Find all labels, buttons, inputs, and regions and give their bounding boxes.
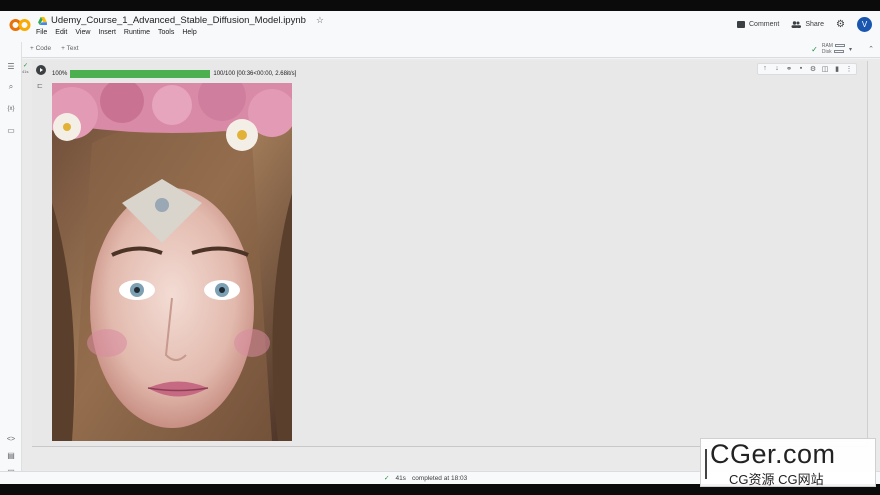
disk-label: Disk [821, 49, 832, 55]
notebook-area: ✓ 41s ⊏ 100% 100/100 [00:36<00:00, 2.68i… [22, 59, 880, 471]
variables-icon[interactable]: {x} [6, 104, 16, 114]
share-button[interactable]: Share [791, 21, 824, 28]
drive-icon [38, 16, 47, 25]
cell-toolbar: ↑ ↓ ⚭ ▪ ⚙ ◫ ▮ ⋮ [757, 63, 857, 75]
runtime-status[interactable]: ✓ RAM Disk ▾ [811, 43, 852, 55]
star-icon[interactable]: ☆ [316, 15, 324, 26]
output-image [52, 83, 292, 441]
menu-file[interactable]: File [36, 29, 47, 36]
cell-settings-icon[interactable]: ⚙ [809, 65, 817, 73]
chevron-up-icon[interactable]: ⌃ [868, 45, 874, 53]
search-icon[interactable]: ⌕ [6, 82, 16, 92]
progress-row: 100% 100/100 [00:36<00:00, 2.68it/s] [52, 70, 296, 78]
move-down-icon[interactable]: ↓ [773, 65, 781, 73]
menu-runtime[interactable]: Runtime [124, 29, 150, 36]
comment-icon [737, 21, 745, 28]
progress-stats: 100/100 [00:36<00:00, 2.68it/s] [213, 71, 297, 77]
progress-bar-fill [70, 70, 211, 78]
disk-meter [833, 50, 844, 54]
ram-meter [834, 44, 845, 48]
header-actions: Comment Share ⚙ V [737, 17, 872, 32]
chevron-down-icon[interactable]: ▾ [849, 46, 852, 53]
colab-window: Udemy_Course_1_Advanced_Stable_Diffusion… [0, 11, 880, 484]
generated-portrait-image [52, 83, 292, 441]
share-label: Share [805, 21, 825, 28]
resource-meters: RAM Disk [822, 43, 845, 55]
screen-top-border [0, 0, 880, 11]
status-info[interactable]: ✓ 41s completed at 18:03 [384, 474, 468, 483]
people-icon [791, 21, 802, 28]
move-up-icon[interactable]: ↑ [761, 65, 769, 73]
add-code-button[interactable]: + Code [30, 45, 51, 52]
delete-icon[interactable]: ▮ [833, 65, 841, 73]
menu-edit[interactable]: Edit [55, 29, 67, 36]
menu-bar: File Edit View Insert Runtime Tools Help [36, 29, 197, 36]
left-sidebar: ☰ ⌕ {x} ▭ <> ▤ ▣ [0, 42, 22, 484]
watermark-main: CGer.com [710, 439, 836, 469]
insert-buttons: + Code + Text [30, 45, 79, 52]
status-completed: completed at 18:03 [411, 474, 468, 482]
folder-icon[interactable]: ▭ [6, 126, 16, 136]
progress-bar [70, 70, 211, 78]
header: Udemy_Course_1_Advanced_Stable_Diffusion… [0, 11, 880, 42]
menu-insert[interactable]: Insert [98, 29, 116, 36]
link-icon[interactable]: ⚭ [785, 65, 793, 73]
comment-button[interactable]: Comment [737, 21, 779, 28]
comment-cell-icon[interactable]: ▪ [797, 65, 805, 73]
output-icon[interactable]: ⊏ [37, 82, 43, 90]
status-duration: 41s [395, 474, 406, 482]
menu-help[interactable]: Help [182, 29, 196, 36]
connected-check-icon: ✓ [811, 44, 818, 54]
notebook-title[interactable]: Udemy_Course_1_Advanced_Stable_Diffusion… [51, 15, 306, 26]
add-text-button[interactable]: + Text [61, 45, 78, 52]
command-palette-icon[interactable]: ▤ [6, 451, 16, 461]
menu-view[interactable]: View [75, 29, 90, 36]
watermark-sub: CG资源 CG网站 [729, 472, 824, 487]
colab-logo-icon[interactable] [9, 17, 31, 33]
comment-label: Comment [749, 21, 780, 28]
menu-tools[interactable]: Tools [158, 29, 174, 36]
mirror-cell-icon[interactable]: ◫ [821, 65, 829, 73]
avatar[interactable]: V [857, 17, 872, 32]
code-snippets-icon[interactable]: <> [6, 435, 16, 445]
code-cell[interactable]: ✓ 41s ⊏ 100% 100/100 [00:36<00:00, 2.68i… [22, 61, 868, 447]
status-check-icon: ✓ [384, 475, 390, 482]
progress-percent: 100% [52, 71, 68, 77]
notebook-toolbar: + Code + Text ✓ RAM Disk ▾ ⌃ [0, 42, 880, 58]
watermark: CGer.com CG资源 CG网站 [700, 438, 876, 487]
exec-time: 41s [22, 69, 29, 74]
run-cell-button[interactable] [36, 65, 46, 75]
gear-icon[interactable]: ⚙ [836, 19, 845, 30]
table-of-contents-icon[interactable]: ☰ [6, 62, 16, 72]
title-row: Udemy_Course_1_Advanced_Stable_Diffusion… [38, 15, 324, 26]
watermark-bar [705, 449, 707, 479]
more-options-icon[interactable]: ⋮ [845, 65, 853, 73]
exec-check-icon: ✓ [23, 63, 29, 69]
